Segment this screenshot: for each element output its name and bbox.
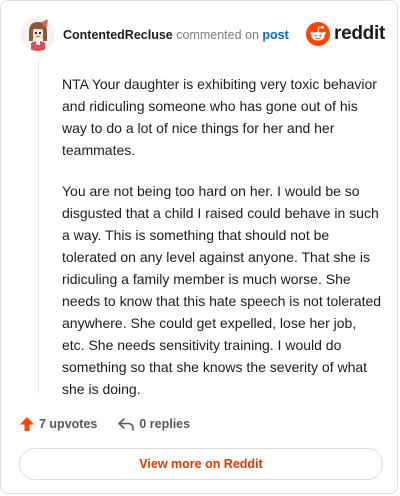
replies-count: 0 replies <box>139 417 191 431</box>
comment-header: ContentedRecluse commented on post reddi… <box>19 13 385 55</box>
upvotes-stat[interactable]: 7 upvotes <box>19 416 97 432</box>
comment-attribution: ContentedRecluse commented on post <box>63 28 289 42</box>
reply-arrow-icon <box>118 418 135 431</box>
comment-embed-card: ContentedRecluse commented on post reddi… <box>0 0 398 494</box>
upvote-arrow-icon <box>20 417 34 431</box>
avatar-icon <box>21 17 55 51</box>
reddit-brand[interactable]: reddit <box>306 21 385 47</box>
view-more-button[interactable]: View more on Reddit <box>19 448 383 480</box>
upvotes-count: 7 upvotes <box>39 417 98 431</box>
user-avatar[interactable] <box>21 17 55 51</box>
comment-footer: 7 upvotes 0 replies <box>19 414 190 434</box>
action-text: commented on <box>176 28 259 42</box>
comment-paragraph: NTA Your daughter is exhibiting very tox… <box>62 76 377 158</box>
comment-paragraph: You are not being too hard on her. I wou… <box>62 183 382 397</box>
reddit-logo-icon <box>306 22 331 46</box>
post-link[interactable]: post <box>262 28 288 42</box>
comment-body: NTA Your daughter is exhibiting very tox… <box>62 73 382 419</box>
author-name[interactable]: ContentedRecluse <box>63 28 173 42</box>
thread-line <box>38 59 39 393</box>
replies-stat[interactable]: 0 replies <box>117 416 190 432</box>
brand-wordmark: reddit <box>334 23 385 44</box>
